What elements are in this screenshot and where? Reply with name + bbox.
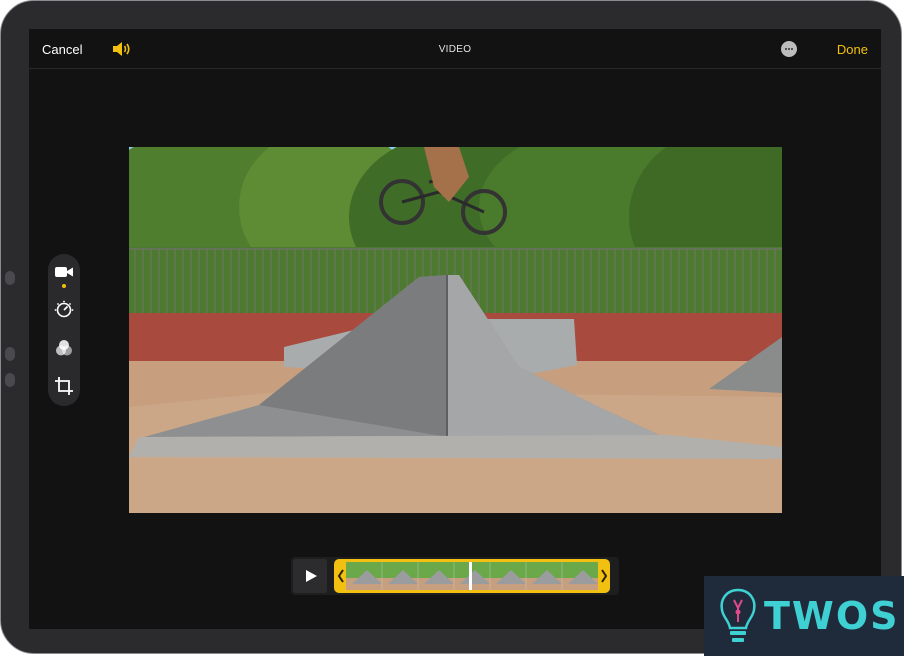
side-button-lower	[5, 347, 15, 361]
video-preview[interactable]	[129, 147, 782, 513]
play-icon	[306, 570, 317, 582]
side-button-upper	[5, 271, 15, 285]
trim-range-bar	[334, 559, 610, 593]
playhead[interactable]	[469, 562, 472, 590]
edit-tools-rail	[48, 254, 80, 406]
lightbulb-logo-icon	[720, 588, 756, 642]
watermark-logo: TWOS	[704, 576, 904, 656]
video-frame-image	[129, 147, 782, 513]
filters-circles-icon[interactable]	[54, 338, 74, 358]
done-button[interactable]: Done	[837, 42, 868, 57]
trim-controls	[291, 557, 619, 595]
watermark-text: TWOS	[764, 594, 900, 638]
trim-start-handle[interactable]	[334, 559, 346, 593]
crop-icon[interactable]	[54, 376, 74, 396]
page-title: VIDEO	[438, 44, 472, 55]
active-tool-indicator	[62, 284, 66, 288]
ipad-frame: Cancel VIDEO Done	[0, 0, 902, 654]
photo-editor-screen: Cancel VIDEO Done	[29, 29, 881, 629]
adjust-dial-icon[interactable]	[54, 300, 74, 320]
video-filmstrip[interactable]	[346, 562, 598, 590]
trim-end-handle[interactable]	[598, 559, 610, 593]
ellipsis-icon[interactable]	[781, 41, 797, 57]
top-toolbar: Cancel VIDEO Done	[29, 29, 881, 69]
video-camera-icon[interactable]	[54, 262, 74, 282]
filmstrip-thumbnails	[346, 562, 598, 590]
play-button[interactable]	[293, 559, 327, 593]
side-button-bottom	[5, 373, 15, 387]
